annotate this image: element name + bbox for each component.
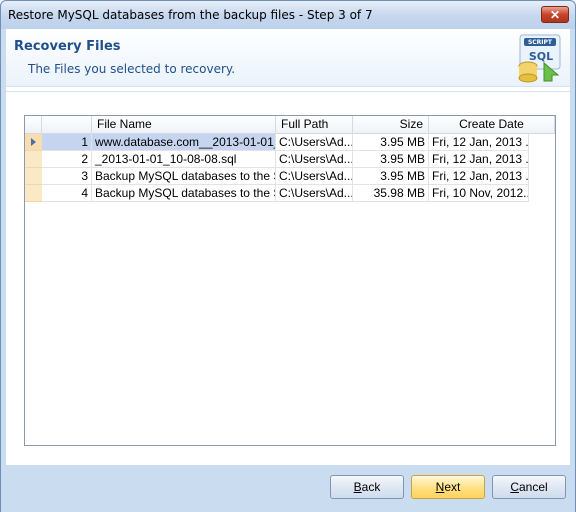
header-full-path[interactable]: Full Path (276, 116, 353, 134)
close-button[interactable]: ✕ (541, 6, 569, 23)
full-path-cell: C:\Users\Ad... (276, 185, 353, 202)
size-cell: 3.95 MB (353, 151, 429, 168)
close-icon: ✕ (549, 7, 561, 22)
current-row-arrow-icon (31, 138, 36, 146)
logo-script-text: SCRIPT (528, 39, 553, 46)
file-name-cell: _2013-01-01_10-08-08.sql (92, 151, 276, 168)
file-name-cell: Backup MySQL databases to the S... (92, 168, 276, 185)
table-row[interactable]: 2 _2013-01-01_10-08-08.sql C:\Users\Ad..… (25, 151, 529, 168)
row-number: 1 (42, 134, 92, 151)
full-path-cell: C:\Users\Ad... (276, 134, 353, 151)
create-date-cell: Fri, 12 Jan, 2013 ... (429, 134, 529, 151)
back-mnemonic: B (353, 480, 362, 494)
table-row[interactable]: 3 Backup MySQL databases to the S... C:\… (25, 168, 529, 185)
title-bar[interactable]: Restore MySQL databases from the backup … (1, 1, 575, 29)
window-title: Restore MySQL databases from the backup … (8, 8, 373, 22)
cancel-label: ancel (518, 480, 548, 494)
size-cell: 3.95 MB (353, 134, 429, 151)
create-date-cell: Fri, 10 Nov, 2012... (429, 185, 529, 202)
header-corner (25, 116, 42, 134)
file-name-cell: www.database.com__2013-01-01_... (92, 134, 276, 151)
size-cell: 35.98 MB (353, 185, 429, 202)
next-mnemonic: N (435, 480, 445, 494)
create-date-cell: Fri, 12 Jan, 2013 ... (429, 151, 529, 168)
header-size[interactable]: Size (353, 116, 429, 134)
back-label: ack (361, 480, 381, 494)
wizard-window: Restore MySQL databases from the backup … (0, 0, 576, 512)
header-file-name[interactable]: File Name (92, 116, 276, 134)
row-header (25, 168, 42, 185)
header-row-number (42, 116, 92, 134)
create-date-cell: Fri, 12 Jan, 2013 ... (429, 168, 529, 185)
file-name-cell: Backup MySQL databases to the S... (92, 185, 276, 202)
cancel-mnemonic: C (510, 480, 519, 494)
cancel-button[interactable]: Cancel (492, 475, 566, 499)
back-button[interactable]: Back (330, 475, 404, 499)
wizard-header: Recovery Files The Files you selected to… (6, 29, 570, 87)
header-divider (6, 91, 570, 92)
next-label: ext (444, 480, 461, 494)
wizard-content: Recovery Files The Files you selected to… (6, 29, 570, 465)
row-header (25, 134, 42, 151)
row-header (25, 185, 42, 202)
wizard-footer (1, 465, 575, 512)
full-path-cell: C:\Users\Ad... (276, 168, 353, 185)
header-create-date[interactable]: Create Date (429, 116, 555, 134)
row-number: 4 (42, 185, 92, 202)
row-number: 3 (42, 168, 92, 185)
row-header (25, 151, 42, 168)
table-row[interactable]: 4 Backup MySQL databases to the S... C:\… (25, 185, 529, 202)
row-number: 2 (42, 151, 92, 168)
size-cell: 3.95 MB (353, 168, 429, 185)
sql-script-logo-icon: SCRIPT SQL (518, 34, 561, 83)
next-button[interactable]: Next (411, 475, 485, 499)
logo-sql-text: SQL (529, 50, 553, 63)
full-path-cell: C:\Users\Ad... (276, 151, 353, 168)
page-title: Recovery Files (14, 39, 121, 54)
recovery-files-table[interactable]: File Name Full Path Size Create Date 1 w… (24, 115, 556, 446)
page-subtitle: The Files you selected to recovery. (28, 62, 236, 76)
table-row[interactable]: 1 www.database.com__2013-01-01_... C:\Us… (25, 134, 529, 151)
table-header: File Name Full Path Size Create Date (25, 116, 555, 134)
